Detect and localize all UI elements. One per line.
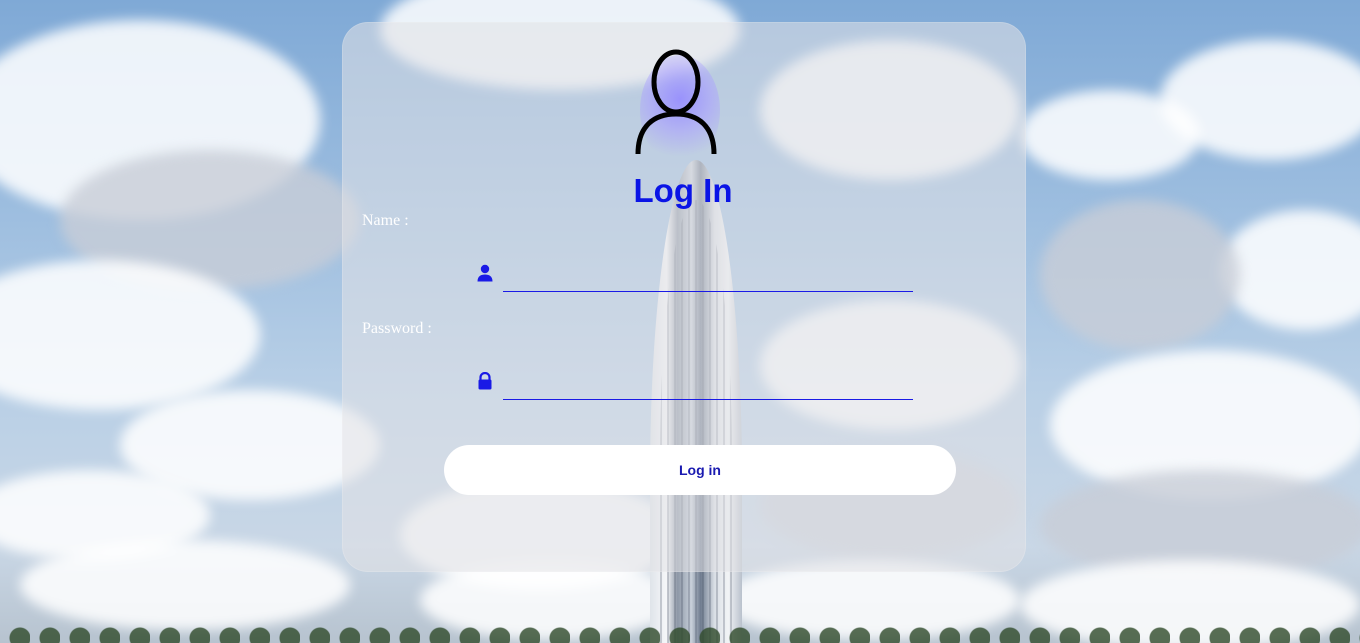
login-button[interactable]: Log in	[444, 445, 956, 495]
login-title: Log In	[633, 172, 733, 209]
user-outline-icon	[635, 49, 717, 155]
name-field[interactable]	[503, 265, 913, 292]
user-icon	[477, 264, 493, 282]
tree-line	[0, 618, 1360, 643]
name-label: Name :	[362, 212, 409, 229]
lock-icon	[478, 372, 492, 390]
password-field[interactable]	[503, 373, 913, 400]
password-label: Password :	[362, 320, 432, 337]
